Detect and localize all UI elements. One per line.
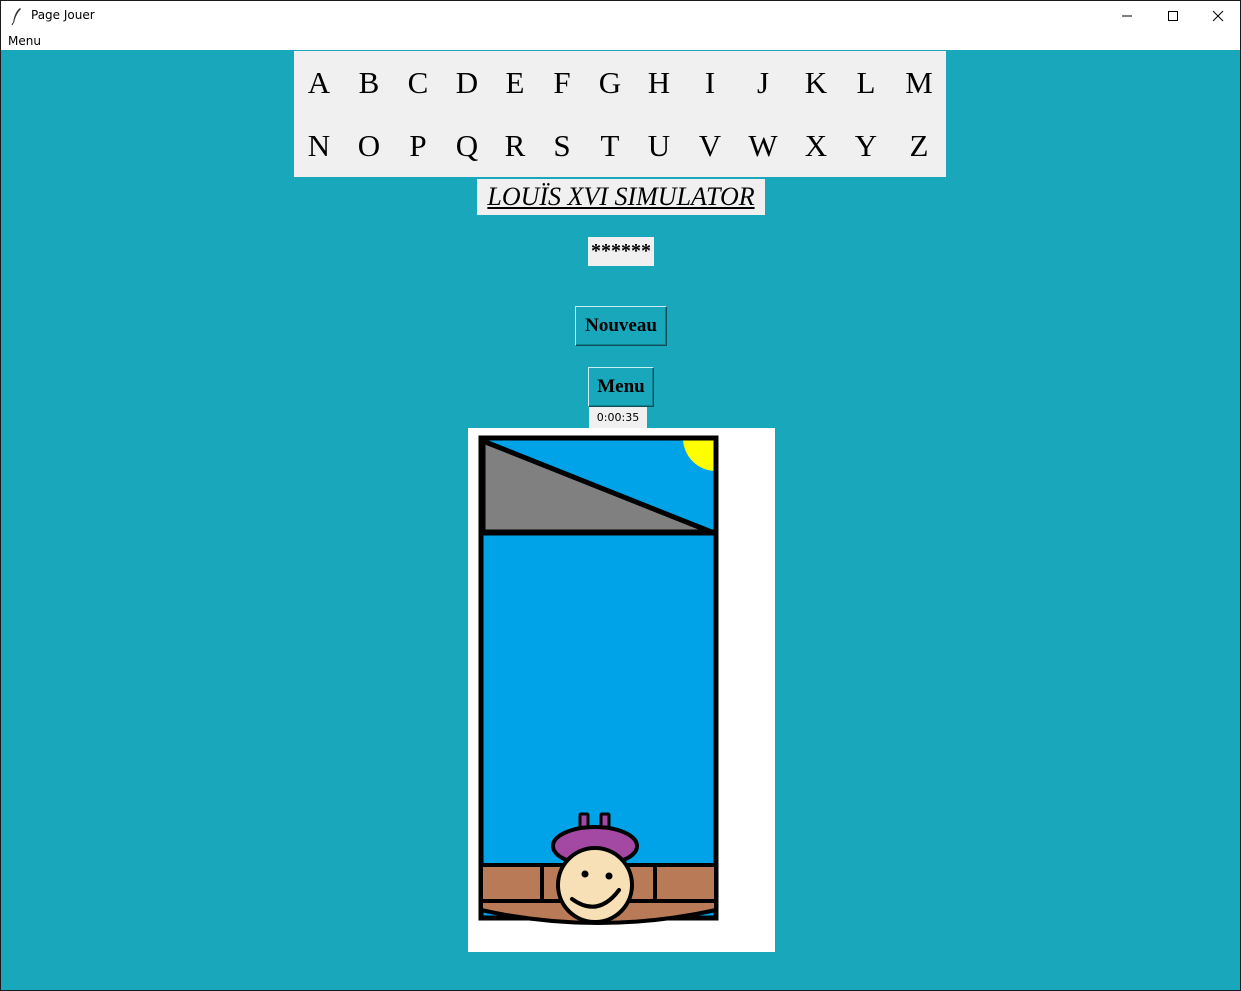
letter-button-v[interactable]: V [685, 114, 735, 177]
letter-button-f[interactable]: F [537, 51, 587, 114]
menu-button[interactable]: Menu [588, 367, 654, 407]
letter-button-u[interactable]: U [634, 114, 684, 177]
letter-button-c[interactable]: C [393, 51, 443, 114]
hidden-word: ****** [588, 237, 654, 266]
letter-button-r[interactable]: R [490, 114, 540, 177]
letter-button-q[interactable]: Q [442, 114, 492, 177]
letter-button-y[interactable]: Y [841, 114, 891, 177]
maximize-button[interactable] [1150, 1, 1196, 31]
window-title: Page Jouer [31, 8, 95, 22]
menu-bar-item-menu[interactable]: Menu [8, 34, 41, 48]
minimize-icon [1122, 15, 1132, 17]
guillotine-canvas [468, 428, 775, 952]
letter-button-d[interactable]: D [442, 51, 492, 114]
letter-button-k[interactable]: K [791, 51, 841, 114]
letter-button-i[interactable]: I [685, 51, 735, 114]
letter-button-a[interactable]: A [294, 51, 344, 114]
letter-button-j[interactable]: J [738, 51, 788, 114]
close-icon [1212, 10, 1224, 22]
letter-button-z[interactable]: Z [894, 114, 944, 177]
new-game-button[interactable]: Nouveau [575, 306, 667, 346]
letter-button-w[interactable]: W [738, 114, 788, 177]
letter-button-l[interactable]: L [841, 51, 891, 114]
letter-button-p[interactable]: P [393, 114, 443, 177]
game-area: A B C D E F G H I J K L M N O P Q R S T … [1, 50, 1240, 990]
louis-face-icon [556, 846, 634, 924]
letter-button-e[interactable]: E [490, 51, 540, 114]
close-button[interactable] [1195, 1, 1241, 31]
letter-button-o[interactable]: O [344, 114, 394, 177]
letter-keyboard: A B C D E F G H I J K L M N O P Q R S T … [294, 51, 946, 177]
minimize-button[interactable] [1104, 1, 1150, 31]
letter-button-h[interactable]: H [634, 51, 684, 114]
guillotine-drawing [478, 435, 719, 925]
app-window: Page Jouer Menu A B C D E F G H I J K L … [0, 0, 1241, 991]
letter-button-m[interactable]: M [894, 51, 944, 114]
letter-button-x[interactable]: X [791, 114, 841, 177]
feather-icon [9, 7, 25, 26]
menu-bar: Menu [1, 31, 1240, 50]
letter-button-b[interactable]: B [344, 51, 394, 114]
game-title: LOUÏS XVI SIMULATOR [477, 179, 765, 215]
letter-button-g[interactable]: G [585, 51, 635, 114]
letter-button-t[interactable]: T [585, 114, 635, 177]
maximize-icon [1168, 11, 1178, 21]
letter-button-n[interactable]: N [294, 114, 344, 177]
title-bar: Page Jouer [1, 1, 1240, 31]
letter-button-s[interactable]: S [537, 114, 587, 177]
timer-label: 0:00:35 [589, 407, 647, 428]
